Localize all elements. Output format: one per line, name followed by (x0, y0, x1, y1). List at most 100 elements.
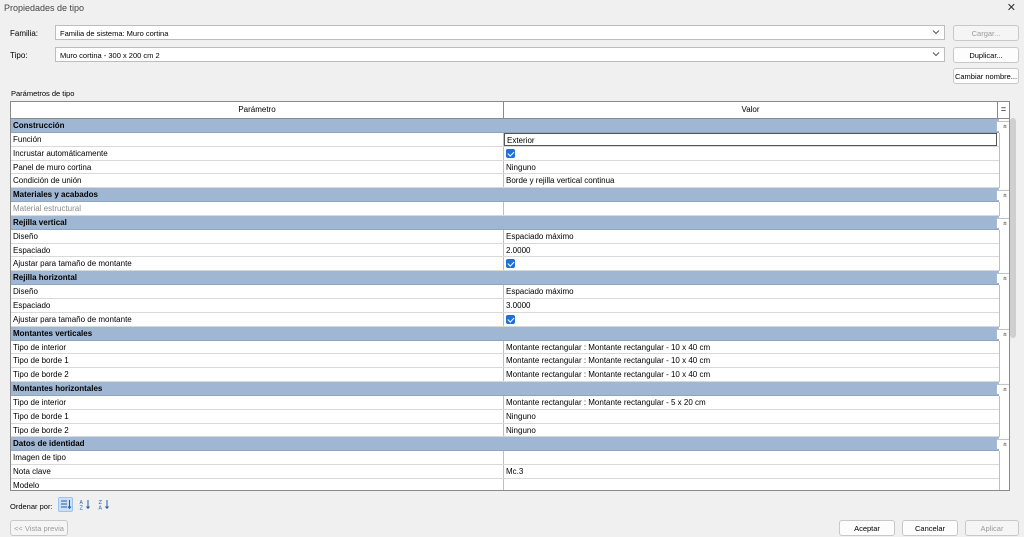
table-row[interactable]: Panel de muro cortina Ninguno (11, 160, 1009, 175)
parameter-value[interactable]: Espaciado máximo (504, 285, 999, 298)
parameter-name: Incrustar automáticamente (11, 146, 504, 160)
parameter-value[interactable]: Ninguno (504, 161, 999, 174)
parameter-name: Tipo de interior (11, 395, 504, 409)
sort-descending-icon[interactable]: ZA (96, 497, 111, 512)
group-title: Construcción (13, 121, 65, 130)
collapse-icon[interactable]: « (997, 120, 1009, 131)
svg-text:A: A (98, 506, 102, 511)
parameter-value[interactable]: Montante rectangular : Montante rectangu… (504, 354, 999, 367)
cancelar-button[interactable]: Cancelar (902, 520, 958, 536)
row-side-cell (999, 465, 1009, 479)
column-header-valor[interactable]: Valor (504, 102, 998, 118)
table-row[interactable]: Ajustar para tamaño de montante (11, 312, 1009, 327)
table-row[interactable]: Tipo de borde 1 Ninguno (11, 409, 1009, 424)
close-icon[interactable]: ✕ (1007, 1, 1016, 14)
checkbox-checked-icon[interactable] (506, 148, 515, 158)
collapse-icon[interactable]: « (997, 439, 1009, 450)
parameter-value[interactable]: Montante rectangular : Montante rectangu… (504, 341, 999, 354)
parameter-checkbox[interactable] (504, 147, 999, 160)
parameter-name: Ajustar para tamaño de montante (11, 257, 504, 271)
parameter-name: Diseño (11, 285, 504, 298)
group-header[interactable]: Materiales y acabados « (11, 188, 1009, 203)
parameter-checkbox[interactable] (504, 257, 999, 270)
table-row[interactable]: Diseño Espaciado máximo (11, 229, 1009, 244)
parameter-value[interactable] (504, 479, 999, 490)
table-row[interactable]: Tipo de borde 2 Montante rectangular : Mo… (11, 368, 1009, 383)
row-side-cell (999, 132, 1009, 147)
vertical-scrollbar[interactable] (1010, 118, 1016, 338)
collapse-icon[interactable]: « (997, 217, 1009, 228)
parameter-value[interactable]: Mc.3 (504, 465, 999, 478)
row-side-cell (999, 229, 1009, 244)
cargar-button[interactable]: Cargar... (953, 25, 1019, 41)
row-side-cell (999, 285, 1009, 299)
table-row[interactable]: Modelo (11, 478, 1009, 490)
collapse-icon[interactable]: « (997, 273, 1009, 284)
group-title: Montantes horizontales (13, 384, 103, 394)
collapse-icon[interactable]: « (997, 328, 1009, 339)
row-side-cell (999, 368, 1009, 383)
table-row[interactable]: Imagen de tipo (11, 451, 1009, 466)
parameter-value[interactable]: Ninguno (504, 424, 999, 437)
checkbox-checked-icon[interactable] (506, 314, 515, 324)
table-row[interactable]: Tipo de interior Montante rectangular : M… (11, 340, 1009, 355)
group-title: Rejilla vertical (13, 217, 67, 227)
table-row[interactable]: Tipo de borde 1 Montante rectangular : Mo… (11, 354, 1009, 369)
sort-label: Ordenar por: (10, 502, 53, 511)
parameter-value[interactable]: Montante rectangular : Montante rectangu… (504, 396, 999, 409)
table-row[interactable]: Condición de unión Borde y rejilla vertic… (11, 174, 1009, 189)
table-row[interactable]: Nota clave Mc.3 (11, 465, 1009, 479)
table-row[interactable]: Material estructural (11, 202, 1009, 216)
table-row[interactable]: Tipo de borde 2 Ninguno (11, 423, 1009, 438)
row-side-cell (999, 340, 1009, 355)
table-row[interactable]: Ajustar para tamaño de montante (11, 257, 1009, 272)
aceptar-button[interactable]: Aceptar (839, 520, 895, 536)
row-side-cell (999, 146, 1009, 161)
group-header[interactable]: Montantes horizontales « (11, 382, 1009, 396)
vista-previa-button[interactable]: << Vista previa (10, 520, 68, 536)
group-header[interactable]: Datos de identidad « (11, 437, 1009, 452)
group-header[interactable]: Construcción « (11, 119, 1009, 133)
parameter-name: Panel de muro cortina (11, 160, 504, 174)
checkbox-checked-icon[interactable] (506, 259, 515, 269)
svg-text:Z: Z (79, 506, 83, 511)
parameter-name: Tipo de borde 2 (11, 368, 504, 382)
tipo-select[interactable]: Muro cortina - 300 x 200 cm 2 (55, 47, 945, 62)
group-header[interactable]: Rejilla vertical « (11, 215, 1009, 230)
sort-ascending-icon[interactable]: AZ (77, 497, 92, 512)
table-row[interactable]: Diseño Espaciado máximo (11, 285, 1009, 299)
grid-rows: Construcción «Función Exterior Incrustar au… (11, 119, 1009, 490)
parameter-value[interactable]: Borde y rejilla vertical continua (504, 174, 999, 187)
row-side-cell (999, 395, 1009, 410)
group-header[interactable]: Rejilla horizontal « (11, 271, 1009, 286)
group-title: Montantes verticales (13, 328, 93, 338)
parameter-value[interactable] (504, 202, 999, 215)
table-row[interactable]: Incrustar automáticamente (11, 146, 1009, 161)
parameter-value[interactable]: 3.0000 (504, 299, 999, 312)
collapse-icon[interactable]: « (997, 190, 1009, 201)
parameter-value-input[interactable]: Exterior (504, 132, 997, 146)
column-header-parametro[interactable]: Parámetro (11, 102, 504, 118)
parameter-value[interactable]: Montante rectangular : Montante rectangu… (504, 368, 999, 381)
table-row[interactable]: Espaciado 2.0000 (11, 243, 1009, 258)
sort-grouped-icon[interactable] (58, 497, 73, 512)
table-row[interactable]: Espaciado 3.0000 (11, 298, 1009, 313)
type-parameters-grid: Parámetro Valor = Construcción «Función Ex… (10, 101, 1010, 491)
column-header-extra[interactable]: = (998, 102, 1009, 118)
duplicar-button[interactable]: Duplicar... (953, 47, 1019, 63)
parameter-value[interactable]: Espaciado máximo (504, 230, 999, 243)
aplicar-button[interactable]: Aplicar (965, 520, 1019, 536)
parameter-value[interactable] (504, 451, 999, 464)
table-row[interactable]: Tipo de interior Montante rectangular : M… (11, 395, 1009, 410)
table-row[interactable]: Función Exterior (11, 132, 1009, 147)
row-side-cell (999, 243, 1009, 258)
group-header[interactable]: Montantes verticales « (11, 326, 1009, 341)
familia-select[interactable]: Familia de sistema: Muro cortina (55, 25, 945, 40)
parameter-checkbox[interactable] (504, 313, 999, 326)
cambiar-nombre-button[interactable]: Cambiar nombre... (953, 68, 1019, 84)
parameter-value[interactable]: Ninguno (504, 410, 999, 423)
row-side-cell (999, 160, 1009, 175)
parameter-value[interactable]: 2.0000 (504, 244, 999, 257)
collapse-icon[interactable]: « (997, 383, 1009, 394)
parameter-name: Tipo de borde 2 (11, 423, 504, 437)
